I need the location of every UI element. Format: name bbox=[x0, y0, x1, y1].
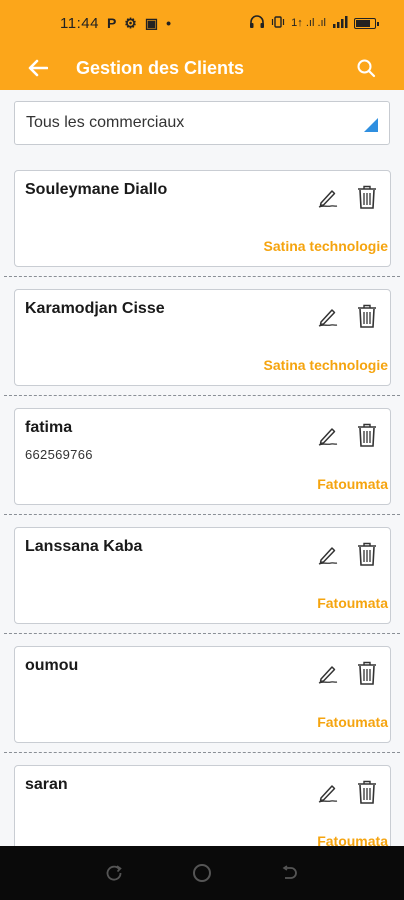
edit-client-button[interactable] bbox=[315, 661, 341, 689]
edit-pen-icon bbox=[317, 543, 339, 570]
page-title: Gestion des Clients bbox=[76, 57, 245, 78]
client-list-item: Karamodjan Cisse Satina technologie bbox=[0, 277, 404, 396]
client-name: saran bbox=[25, 776, 68, 793]
headset-icon bbox=[249, 14, 265, 32]
client-salesperson: Fatoumata bbox=[317, 476, 388, 492]
search-icon bbox=[357, 59, 376, 78]
status-time: 11:44 bbox=[60, 14, 99, 32]
home-button[interactable] bbox=[182, 853, 222, 893]
client-name: Souleymane Diallo bbox=[25, 181, 168, 198]
signal-text: 1↑ .ıl .ıl bbox=[291, 17, 326, 29]
edit-pen-icon bbox=[317, 424, 339, 451]
edit-client-button[interactable] bbox=[315, 542, 341, 570]
delete-client-button[interactable] bbox=[354, 303, 380, 333]
edit-pen-icon bbox=[317, 662, 339, 689]
edit-client-button[interactable] bbox=[315, 780, 341, 808]
client-card[interactable]: Lanssana Kaba Fatoumata bbox=[14, 527, 391, 624]
system-nav-bar bbox=[0, 846, 404, 900]
trash-icon bbox=[356, 303, 378, 334]
battery-icon bbox=[354, 17, 379, 29]
client-phone: 662569766 bbox=[25, 447, 93, 462]
status-left: 11:44 P ⚙ ▣ • bbox=[60, 15, 171, 32]
app-bar: Gestion des Clients bbox=[0, 46, 404, 90]
client-name: Lanssana Kaba bbox=[25, 538, 143, 555]
trash-icon bbox=[356, 184, 378, 215]
client-salesperson: Satina technologie bbox=[263, 357, 388, 373]
client-list-item: oumou Fatoumata bbox=[0, 634, 404, 753]
arrow-left-icon bbox=[28, 59, 48, 77]
delete-client-button[interactable] bbox=[354, 660, 380, 690]
client-list: Souleymane Diallo Satina technologie Kar… bbox=[0, 158, 404, 872]
trash-icon bbox=[356, 660, 378, 691]
dropdown-arrow-icon bbox=[364, 118, 378, 132]
edit-client-button[interactable] bbox=[315, 185, 341, 213]
client-list-item: fatima 662569766 Fatoumata bbox=[0, 396, 404, 515]
delete-client-button[interactable] bbox=[354, 541, 380, 571]
edit-client-button[interactable] bbox=[315, 423, 341, 451]
edit-pen-icon bbox=[317, 186, 339, 213]
recent-apps-icon bbox=[106, 865, 122, 881]
client-name: fatima bbox=[25, 419, 73, 436]
trash-icon bbox=[356, 541, 378, 572]
search-button[interactable] bbox=[348, 50, 384, 86]
client-salesperson: Fatoumata bbox=[317, 714, 388, 730]
trash-icon bbox=[356, 422, 378, 453]
home-icon bbox=[193, 864, 211, 882]
client-card[interactable]: Karamodjan Cisse Satina technologie bbox=[14, 289, 391, 386]
client-name: Karamodjan Cisse bbox=[25, 300, 165, 317]
delete-client-button[interactable] bbox=[354, 779, 380, 809]
recent-apps-button[interactable] bbox=[94, 853, 134, 893]
client-card[interactable]: fatima 662569766 Fatoumata bbox=[14, 408, 391, 505]
status-glyph-dot: • bbox=[166, 15, 171, 31]
battery-fill bbox=[356, 19, 370, 27]
filter-selected-value: Tous les commerciaux bbox=[26, 114, 185, 131]
signal-icon bbox=[332, 15, 348, 31]
status-right: 1↑ .ıl .ıl bbox=[249, 14, 379, 32]
delete-client-button[interactable] bbox=[354, 184, 380, 214]
back-icon bbox=[282, 865, 297, 879]
status-glyph-app: ⚙ bbox=[124, 14, 137, 31]
back-button[interactable] bbox=[20, 50, 56, 86]
client-card[interactable]: oumou Fatoumata bbox=[14, 646, 391, 743]
client-salesperson: Satina technologie bbox=[263, 238, 388, 254]
edit-pen-icon bbox=[317, 305, 339, 332]
status-bar: 11:44 P ⚙ ▣ • 1↑ .ıl .ıl bbox=[0, 0, 404, 46]
edit-client-button[interactable] bbox=[315, 304, 341, 332]
salesperson-filter-select[interactable]: Tous les commerciaux bbox=[14, 101, 390, 145]
system-back-button[interactable] bbox=[270, 853, 310, 893]
client-list-item: Lanssana Kaba Fatoumata bbox=[0, 515, 404, 634]
client-list-item: Souleymane Diallo Satina technologie bbox=[0, 158, 404, 277]
edit-pen-icon bbox=[317, 781, 339, 808]
status-glyph-app2: ▣ bbox=[144, 14, 159, 31]
client-salesperson: Fatoumata bbox=[317, 595, 388, 611]
status-glyph-p: P bbox=[106, 15, 117, 31]
delete-client-button[interactable] bbox=[354, 422, 380, 452]
client-card[interactable]: Souleymane Diallo Satina technologie bbox=[14, 170, 391, 267]
client-name: oumou bbox=[25, 657, 79, 674]
trash-icon bbox=[356, 779, 378, 810]
vibrate-icon bbox=[271, 15, 285, 32]
